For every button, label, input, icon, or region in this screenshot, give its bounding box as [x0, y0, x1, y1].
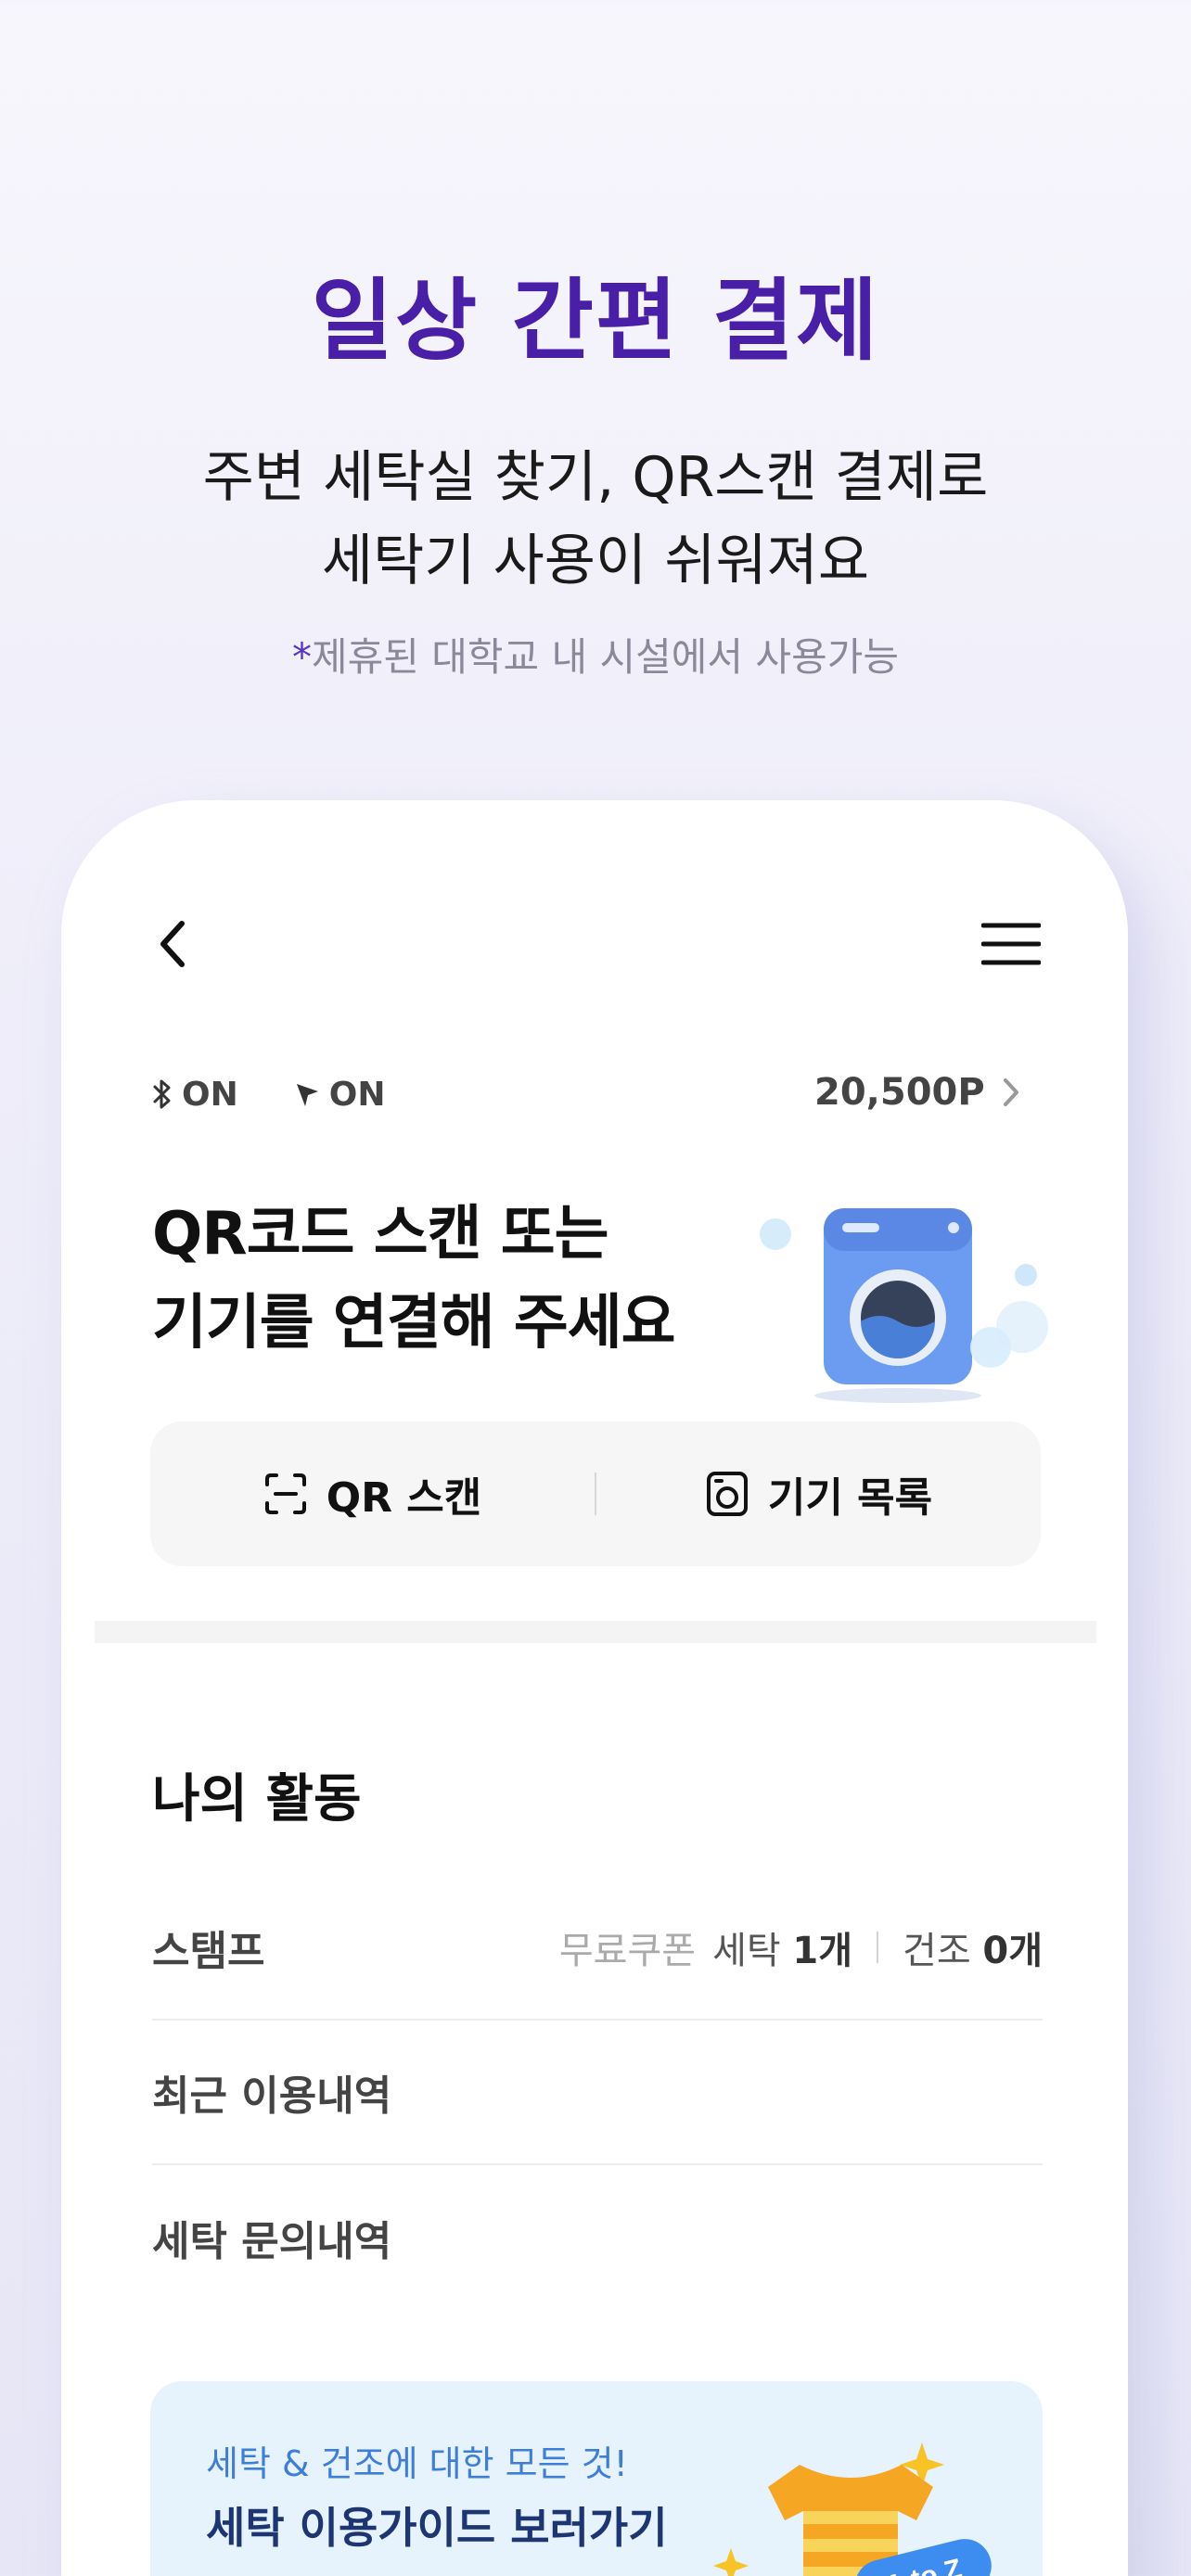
- promo-subtitle-line1: 주변 세탁실 찾기, QR스캔 결제로: [202, 445, 989, 510]
- qr-scan-label: QR 스캔: [326, 1474, 482, 1522]
- inquiry-row[interactable]: 세탁 문의내역: [152, 2165, 1043, 2310]
- promo-note-star: *: [291, 634, 312, 680]
- free-coupon-label: 무료쿠폰: [558, 1930, 697, 1972]
- back-button[interactable]: [152, 916, 198, 972]
- device-list-button[interactable]: 기기 목록: [596, 1422, 1041, 1566]
- stamp-row[interactable]: 스탬프 무료쿠폰 세탁 1개 건조 0개: [152, 1876, 1043, 2021]
- location-status[interactable]: ON: [294, 1075, 386, 1114]
- promo-title: 일상 간편 결제: [311, 269, 880, 373]
- dry-coupon-count: 0개: [982, 1930, 1043, 1972]
- wash-coupon-label: 세탁: [712, 1930, 781, 1972]
- guide-banner[interactable]: 세탁 & 건조에 대한 모든 것! 세탁 이용가이드 보러가기 A to Z: [150, 2381, 1043, 2576]
- qr-scan-button[interactable]: QR 스캔: [150, 1422, 595, 1566]
- promo-subtitle-line2: 세탁기 사용이 쉬워져요: [321, 529, 870, 593]
- guide-title: 세탁 이용가이드 보러가기: [206, 2503, 668, 2553]
- device-list-label: 기기 목록: [767, 1474, 933, 1522]
- chevron-right-icon: [1003, 1078, 1018, 1106]
- guide-subtitle: 세탁 & 건조에 대한 모든 것!: [206, 2443, 628, 2484]
- hero-title-line2: 기기를 연결해 주세요: [152, 1289, 675, 1358]
- phone-screen: ON ON 20,500P QR코드 스캔 또는 기기를 연결해 주세요 QR …: [61, 800, 1128, 2576]
- chevron-left-icon: [160, 921, 185, 967]
- promo-note-text: 제휴된 대학교 내 시설에서 사용가능: [311, 634, 899, 680]
- section-divider: [95, 1621, 1096, 1643]
- bluetooth-icon: [153, 1079, 171, 1109]
- washer-device-icon: [706, 1472, 748, 1516]
- hamburger-menu-icon: [980, 923, 1042, 965]
- menu-button[interactable]: [980, 921, 1042, 967]
- action-box: QR 스캔 기기 목록: [150, 1422, 1041, 1566]
- stamp-info: 무료쿠폰 세탁 1개 건조 0개: [559, 1920, 1043, 1974]
- stamp-label: 스탬프: [152, 1928, 265, 1975]
- tshirt-illustration: A to Z: [707, 2409, 1022, 2576]
- points-link[interactable]: 20,500P: [814, 1071, 1020, 1114]
- inquiry-label: 세탁 문의내역: [152, 2218, 392, 2265]
- qr-scan-icon: [264, 1473, 306, 1514]
- hero-title-line1: QR코드 스캔 또는: [152, 1200, 609, 1269]
- bluetooth-status-label: ON: [182, 1075, 238, 1114]
- hero-title: QR코드 스캔 또는 기기를 연결해 주세요: [152, 1190, 675, 1368]
- location-status-label: ON: [328, 1075, 386, 1114]
- wash-coupon-count: 1개: [792, 1930, 853, 1972]
- recent-usage-row[interactable]: 최근 이용내역: [152, 2021, 1043, 2165]
- washing-machine-icon: [760, 1208, 1048, 1403]
- recent-usage-label: 최근 이용내역: [152, 2072, 392, 2120]
- status-row: ON ON: [152, 1074, 441, 1115]
- dry-coupon-label: 건조: [903, 1930, 971, 1972]
- stamp-separator: [877, 1932, 879, 1963]
- promo-subtitle: 주변 세탁실 찾기, QR스캔 결제로 세탁기 사용이 쉬워져요: [0, 436, 1191, 603]
- bluetooth-status[interactable]: ON: [152, 1076, 238, 1114]
- washing-machine-illustration: [748, 1171, 1054, 1422]
- activity-title: 나의 활동: [152, 1769, 362, 1830]
- points-value: 20,500P: [814, 1071, 985, 1114]
- location-arrow-icon: [296, 1084, 318, 1106]
- tshirt-icon: A to Z: [713, 2442, 992, 2576]
- promo-note: *제휴된 대학교 내 시설에서 사용가능: [0, 626, 1191, 682]
